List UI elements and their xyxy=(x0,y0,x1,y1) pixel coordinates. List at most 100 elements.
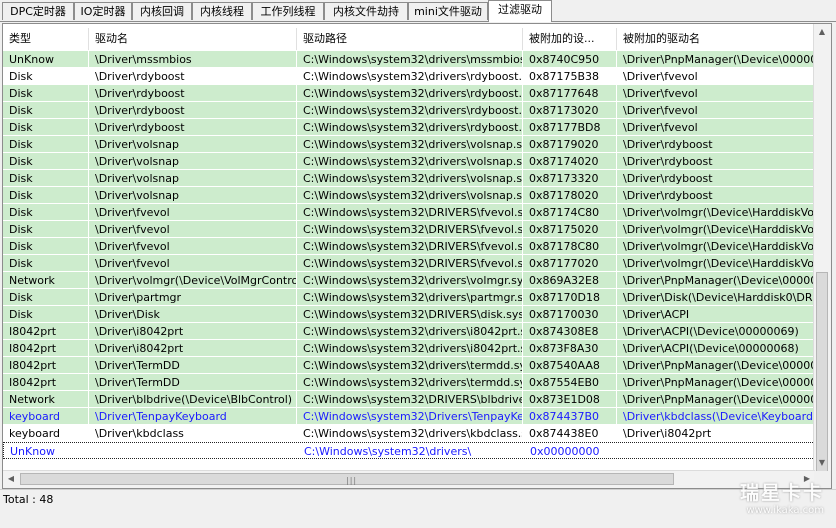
cell-attached-driver: \Driver\PnpManager(\Device\00000005) xyxy=(617,391,815,407)
cell-type: Disk xyxy=(3,306,89,322)
tab-dpc-timer[interactable]: DPC定时器 xyxy=(2,2,74,20)
table-row[interactable]: keyboard \Driver\kbdclass C:\Windows\syste… xyxy=(3,425,815,442)
cell-driver-name: \Driver\fvevol xyxy=(89,204,297,220)
tab-mini-file-driver[interactable]: mini文件驱动 xyxy=(408,2,488,20)
table-row[interactable]: I8042prt \Driver\TermDD C:\Windows\system3… xyxy=(3,357,815,374)
horizontal-scroll-thumb[interactable]: ||| xyxy=(20,473,674,485)
table-row[interactable]: Disk \Driver\volsnap C:\Windows\system32\d… xyxy=(3,170,815,187)
cell-type: Disk xyxy=(3,289,89,305)
column-header-attached-device[interactable]: 被附加的设... xyxy=(523,28,617,50)
table-row[interactable]: Disk \Driver\fvevol C:\Windows\system32\DR… xyxy=(3,204,815,221)
column-header-attached-driver[interactable]: 被附加的驱动名 xyxy=(617,28,815,50)
cell-driver-path: C:\Windows\system32\DRIVERS\fvevol.sys xyxy=(297,221,523,237)
cell-attached-driver: \Driver\PnpManager(\Device\00000050) xyxy=(617,272,815,288)
cell-type: UnKnow xyxy=(3,51,89,67)
table-row[interactable]: Disk \Driver\fvevol C:\Windows\system32\DR… xyxy=(3,255,815,272)
table-row[interactable]: Disk \Driver\rdyboost C:\Windows\system32\… xyxy=(3,119,815,136)
scroll-left-arrow-icon[interactable]: ◀ xyxy=(3,471,19,487)
table-row[interactable]: Disk \Driver\fvevol C:\Windows\system32\DR… xyxy=(3,238,815,255)
cell-driver-path: C:\Windows\system32\drivers\mssmbios.... xyxy=(297,51,523,67)
cell-type: keyboard xyxy=(3,425,89,441)
cell-type: Disk xyxy=(3,102,89,118)
column-header-driver-path[interactable]: 驱动路径 xyxy=(297,28,523,50)
table-row[interactable]: UnKnow \Driver\mssmbios C:\Windows\system3… xyxy=(3,51,815,68)
cell-attached-driver: \Driver\ACPI xyxy=(617,306,815,322)
table-row[interactable]: Disk \Driver\partmgr C:\Windows\system32\d… xyxy=(3,289,815,306)
table-row[interactable]: Disk \Driver\Disk C:\Windows\system32\DRIV… xyxy=(3,306,815,323)
cell-driver-path: C:\Windows\system32\drivers\i8042prt.sys xyxy=(297,323,523,339)
tab-kernel-callback[interactable]: 内核回调 xyxy=(132,2,192,20)
cell-type: Disk xyxy=(3,187,89,203)
total-count: Total : 48 xyxy=(3,493,54,506)
cell-driver-path: C:\Windows\system32\drivers\rdyboost.... xyxy=(297,102,523,118)
cell-attached-driver: \Driver\fvevol xyxy=(617,102,815,118)
cell-type: keyboard xyxy=(3,408,89,424)
tab-filter-driver[interactable]: 过滤驱动 xyxy=(488,0,552,22)
cell-attached-device: 0x87554EB0 xyxy=(523,374,617,390)
cell-attached-driver: \Driver\PnpManager(\Device\0000003d) xyxy=(617,51,815,67)
table-row[interactable]: Disk \Driver\volsnap C:\Windows\system32\d… xyxy=(3,187,815,204)
cell-attached-device: 0x87177BD8 xyxy=(523,119,617,135)
cell-attached-device: 0x87170D18 xyxy=(523,289,617,305)
cell-attached-driver xyxy=(618,443,815,459)
cell-driver-path: C:\Windows\system32\DRIVERS\fvevol.sys xyxy=(297,255,523,271)
cell-driver-path: C:\Windows\system32\drivers\kbdclass.sys xyxy=(297,425,523,441)
scroll-down-arrow-icon[interactable]: ▼ xyxy=(814,455,830,471)
vertical-scrollbar[interactable]: ▲ ▼ xyxy=(813,24,831,472)
cell-attached-driver: \Driver\PnpManager(\Device\00000047) xyxy=(617,374,815,390)
cell-attached-driver: \Driver\i8042prt xyxy=(617,425,815,441)
cell-type: Network xyxy=(3,272,89,288)
tab-kernel-file-hijack[interactable]: 内核文件劫持 xyxy=(324,2,408,20)
watermark-logo: 瑞星卡卡 www.ikaka.com xyxy=(704,478,824,522)
cell-type: I8042prt xyxy=(3,340,89,356)
cell-attached-device: 0x87540AA8 xyxy=(523,357,617,373)
table-row[interactable]: I8042prt \Driver\i8042prt C:\Windows\syste… xyxy=(3,323,815,340)
cell-driver-path: C:\Windows\system32\drivers\volsnap.sys xyxy=(297,153,523,169)
cell-attached-device: 0x87170030 xyxy=(523,306,617,322)
scroll-up-arrow-icon[interactable]: ▲ xyxy=(814,24,830,40)
cell-driver-name: \Driver\fvevol xyxy=(89,238,297,254)
cell-driver-name: \Driver\fvevol xyxy=(89,221,297,237)
cell-driver-path: C:\Windows\system32\drivers\termdd.sys xyxy=(297,357,523,373)
cell-type: Disk xyxy=(3,85,89,101)
cell-attached-device: 0x874308E8 xyxy=(523,323,617,339)
table-row[interactable]: I8042prt \Driver\i8042prt C:\Windows\syste… xyxy=(3,340,815,357)
table-row[interactable]: Network \Driver\volmgr(\Device\VolMgrCont… xyxy=(3,272,815,289)
table-row[interactable]: Disk \Driver\rdyboost C:\Windows\system32\… xyxy=(3,85,815,102)
tab-io-timer[interactable]: IO定时器 xyxy=(74,2,132,20)
table-row[interactable]: I8042prt \Driver\TermDD C:\Windows\system3… xyxy=(3,374,815,391)
cell-type: Disk xyxy=(3,68,89,84)
cell-driver-path: C:\Windows\system32\drivers\volsnap.sys xyxy=(297,136,523,152)
cell-attached-driver: \Driver\rdyboost xyxy=(617,153,815,169)
table-row[interactable]: Network \Driver\blbdrive(\Device\BlbContr… xyxy=(3,391,815,408)
table-row[interactable]: keyboard \Driver\TenpayKeyboard C:\Windows… xyxy=(3,408,815,425)
table-row[interactable]: Disk \Driver\volsnap C:\Windows\system32\d… xyxy=(3,153,815,170)
cell-driver-path: C:\Windows\system32\DRIVERS\fvevol.sys xyxy=(297,238,523,254)
table-row[interactable]: UnKnow C:\Windows\system32\drivers\ 0x0000… xyxy=(3,442,815,459)
column-header-driver-name[interactable]: 驱动名 xyxy=(89,28,297,50)
cell-driver-path: C:\Windows\system32\drivers\volmgr.sys xyxy=(297,272,523,288)
cell-attached-device: 0x87178020 xyxy=(523,187,617,203)
cell-type: I8042prt xyxy=(3,323,89,339)
cell-driver-path: C:\Windows\system32\drivers\partmgr.sys xyxy=(297,289,523,305)
cell-attached-device: 0x87178C80 xyxy=(523,238,617,254)
cell-attached-device: 0x87177020 xyxy=(523,255,617,271)
cell-driver-path: C:\Windows\system32\drivers\termdd.sys xyxy=(297,374,523,390)
cell-attached-device: 0x87173020 xyxy=(523,102,617,118)
table-row[interactable]: Disk \Driver\fvevol C:\Windows\system32\DR… xyxy=(3,221,815,238)
tab-kernel-thread[interactable]: 内核线程 xyxy=(192,2,252,20)
table-row[interactable]: Disk \Driver\volsnap C:\Windows\system32\d… xyxy=(3,136,815,153)
tab-worker-thread[interactable]: 工作列线程 xyxy=(252,2,324,20)
cell-driver-name: \Driver\rdyboost xyxy=(89,85,297,101)
cell-type: Network xyxy=(3,391,89,407)
cell-attached-driver: \Driver\rdyboost xyxy=(617,187,815,203)
cell-driver-name: \Driver\volmgr(\Device\VolMgrControl) xyxy=(89,272,297,288)
table-row[interactable]: Disk \Driver\rdyboost C:\Windows\system32\… xyxy=(3,68,815,85)
cell-attached-driver: \Driver\fvevol xyxy=(617,85,815,101)
column-header-type[interactable]: 类型 xyxy=(3,28,89,50)
table-row[interactable]: Disk \Driver\rdyboost C:\Windows\system32\… xyxy=(3,102,815,119)
vertical-scroll-thumb[interactable] xyxy=(816,272,828,472)
horizontal-scrollbar[interactable]: ◀ ||| ▶ xyxy=(3,470,815,488)
cell-type: Disk xyxy=(3,221,89,237)
cell-attached-driver: \Driver\fvevol xyxy=(617,68,815,84)
